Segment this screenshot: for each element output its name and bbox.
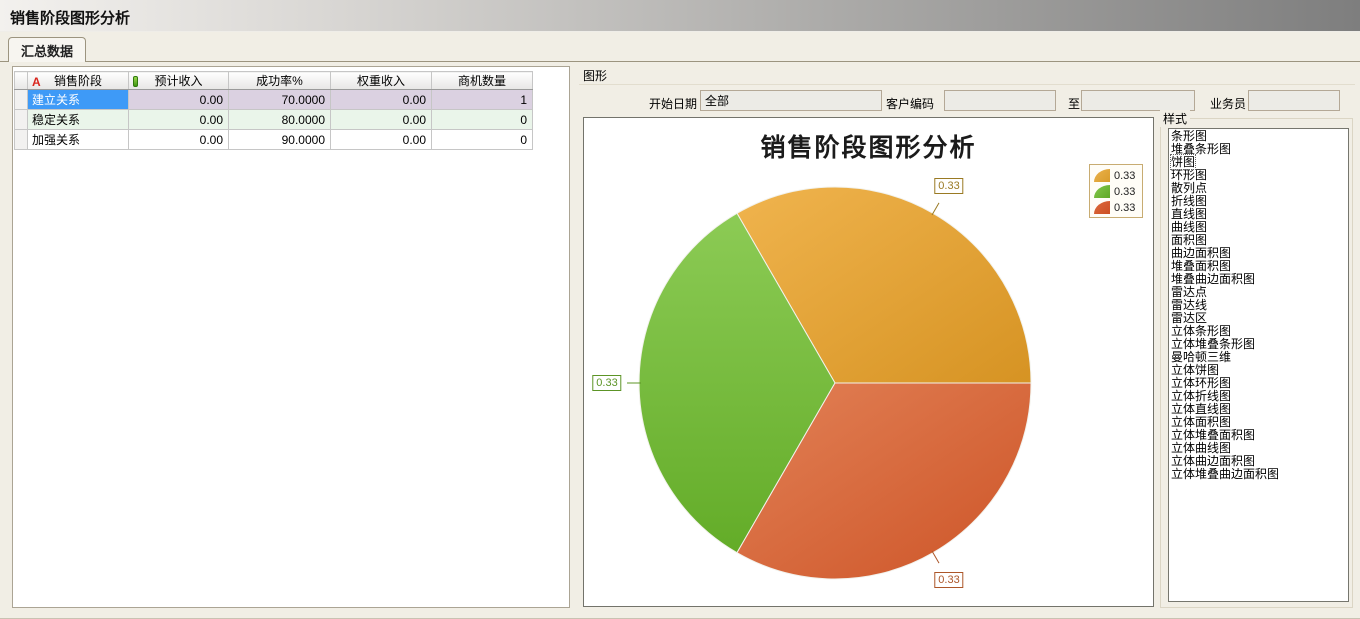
style-list-item-label: 饼图 bbox=[1171, 155, 1195, 169]
window-titlebar: 销售阶段图形分析 bbox=[0, 0, 1360, 32]
table-cell[interactable]: 0.00 bbox=[129, 110, 229, 130]
style-list-item-label: 曼哈顿三维 bbox=[1171, 350, 1231, 364]
row-indicator-cell[interactable] bbox=[15, 130, 28, 150]
table-cell-stage[interactable]: 建立关系 bbox=[28, 90, 129, 110]
tab-summary-data[interactable]: 汇总数据 bbox=[8, 37, 86, 62]
legend-value: 0.33 bbox=[1114, 186, 1135, 198]
column-header-label: 成功率% bbox=[229, 72, 330, 89]
style-list-item-label: 立体堆叠面积图 bbox=[1171, 428, 1255, 442]
row-indicator-cell[interactable] bbox=[15, 110, 28, 130]
style-list-item-label: 立体面积图 bbox=[1171, 415, 1231, 429]
table-row: 稳定关系0.0080.00000.000 bbox=[15, 110, 533, 130]
column-header-label: 预计收入 bbox=[129, 72, 228, 89]
style-list-item[interactable]: 堆叠条形图 bbox=[1171, 143, 1348, 156]
style-list-item-label: 立体曲线图 bbox=[1171, 441, 1231, 455]
pie-chart bbox=[584, 118, 1153, 606]
table-row: 加强关系0.0090.00000.000 bbox=[15, 130, 533, 150]
legend-entry: 0.33 bbox=[1094, 201, 1138, 214]
sales-stage-table: A销售阶段预计收入成功率%权重收入商机数量 建立关系0.0070.00000.0… bbox=[14, 71, 533, 150]
style-list-item-label: 立体堆叠条形图 bbox=[1171, 337, 1255, 351]
style-list-item-label: 环形图 bbox=[1171, 168, 1207, 182]
salesperson-label: 业务员 bbox=[1210, 95, 1246, 112]
salesperson-field[interactable] bbox=[1248, 90, 1340, 111]
pie-slice-label: 0.33 bbox=[934, 178, 963, 194]
style-list-item-label: 堆叠条形图 bbox=[1171, 142, 1231, 156]
tab-bar: 汇总数据 bbox=[0, 32, 1360, 62]
table-cell-stage[interactable]: 稳定关系 bbox=[28, 110, 129, 130]
legend-swatch-icon bbox=[1094, 201, 1110, 214]
style-list-item-label: 立体直线图 bbox=[1171, 402, 1231, 416]
start-date-label: 开始日期 bbox=[649, 95, 697, 112]
table-cell[interactable]: 80.0000 bbox=[229, 110, 331, 130]
style-list-item-label: 立体条形图 bbox=[1171, 324, 1231, 338]
style-list-item-label: 立体堆叠曲边面积图 bbox=[1171, 467, 1279, 481]
legend-swatch-icon bbox=[1094, 185, 1110, 198]
column-header-0[interactable]: A销售阶段 bbox=[28, 72, 129, 90]
style-list-item-label: 曲线图 bbox=[1171, 220, 1207, 234]
pie-callout-line bbox=[932, 203, 939, 215]
row-indicator-cell[interactable] bbox=[15, 90, 28, 110]
table-cell[interactable]: 0.00 bbox=[129, 130, 229, 150]
style-list-item-label: 面积图 bbox=[1171, 233, 1207, 247]
column-header-2[interactable]: 成功率% bbox=[229, 72, 331, 90]
table-cell[interactable]: 0.00 bbox=[331, 110, 432, 130]
customer-code-field[interactable] bbox=[944, 90, 1056, 111]
to-label: 至 bbox=[1068, 95, 1080, 112]
table-cell-stage[interactable]: 加强关系 bbox=[28, 130, 129, 150]
graph-panel-title: 图形 bbox=[583, 67, 607, 84]
green-bar-icon bbox=[133, 76, 138, 87]
style-list-item-label: 条形图 bbox=[1171, 129, 1207, 143]
style-list-item[interactable]: 立体堆叠曲边面积图 bbox=[1171, 468, 1348, 481]
pie-slice-label: 0.33 bbox=[592, 375, 621, 391]
row-indicator-header bbox=[15, 72, 28, 90]
column-header-label: 权重收入 bbox=[331, 72, 431, 89]
style-list-item-label: 堆叠曲边面积图 bbox=[1171, 272, 1255, 286]
style-list-item-label: 直线图 bbox=[1171, 207, 1207, 221]
legend-value: 0.33 bbox=[1114, 202, 1135, 214]
chart-style-listbox: 条形图堆叠条形图饼图环形图散列点折线图直线图曲线图面积图曲边面积图堆叠面积图堆叠… bbox=[1168, 128, 1349, 602]
table-cell[interactable]: 0.00 bbox=[129, 90, 229, 110]
start-date-field[interactable] bbox=[700, 90, 882, 111]
style-list-item-label: 散列点 bbox=[1171, 181, 1207, 195]
customer-code-label: 客户编码 bbox=[886, 95, 934, 112]
style-list-item-label: 立体环形图 bbox=[1171, 376, 1231, 390]
style-list-item-label: 曲边面积图 bbox=[1171, 246, 1231, 260]
table-cell[interactable]: 1 bbox=[432, 90, 533, 110]
table-cell[interactable]: 0 bbox=[432, 130, 533, 150]
legend-entry: 0.33 bbox=[1094, 169, 1138, 182]
red-a-icon: A bbox=[32, 75, 41, 89]
column-header-4[interactable]: 商机数量 bbox=[432, 72, 533, 90]
table-cell[interactable]: 70.0000 bbox=[229, 90, 331, 110]
chart-area: 销售阶段图形分析 0.330.330.33 0.330.330.33 bbox=[583, 117, 1154, 607]
style-list-item-label: 雷达点 bbox=[1171, 285, 1207, 299]
chart-legend: 0.33 0.33 0.33 bbox=[1089, 164, 1143, 218]
graph-panel-divider bbox=[579, 84, 1355, 85]
style-list-item-label: 雷达线 bbox=[1171, 298, 1207, 312]
window-title: 销售阶段图形分析 bbox=[10, 7, 130, 28]
style-list-item-label: 堆叠面积图 bbox=[1171, 259, 1231, 273]
table-cell[interactable]: 0.00 bbox=[331, 130, 432, 150]
style-list-item-label: 雷达区 bbox=[1171, 311, 1207, 325]
legend-value: 0.33 bbox=[1114, 170, 1135, 182]
style-list-item-label: 立体饼图 bbox=[1171, 363, 1219, 377]
style-list-item-label: 立体曲边面积图 bbox=[1171, 454, 1255, 468]
table-cell[interactable]: 90.0000 bbox=[229, 130, 331, 150]
column-header-label: 销售阶段 bbox=[28, 72, 128, 89]
column-header-1[interactable]: 预计收入 bbox=[129, 72, 229, 90]
column-header-label: 商机数量 bbox=[432, 72, 532, 89]
table-cell[interactable]: 0 bbox=[432, 110, 533, 130]
legend-swatch-icon bbox=[1094, 169, 1110, 182]
style-groupbox-title: 样式 bbox=[1160, 110, 1190, 127]
legend-entry: 0.33 bbox=[1094, 185, 1138, 198]
customer-code-to-field[interactable] bbox=[1081, 90, 1195, 111]
table-row: 建立关系0.0070.00000.001 bbox=[15, 90, 533, 110]
app-window: { "window": { "title": "销售阶段图形分析" }, "ta… bbox=[0, 0, 1360, 619]
style-list-item-label: 折线图 bbox=[1171, 194, 1207, 208]
pie-callout-line bbox=[932, 551, 939, 563]
column-header-3[interactable]: 权重收入 bbox=[331, 72, 432, 90]
pie-slice-label: 0.33 bbox=[934, 572, 963, 588]
table-cell[interactable]: 0.00 bbox=[331, 90, 432, 110]
style-list-item-label: 立体折线图 bbox=[1171, 389, 1231, 403]
table-header: A销售阶段预计收入成功率%权重收入商机数量 bbox=[15, 72, 533, 90]
